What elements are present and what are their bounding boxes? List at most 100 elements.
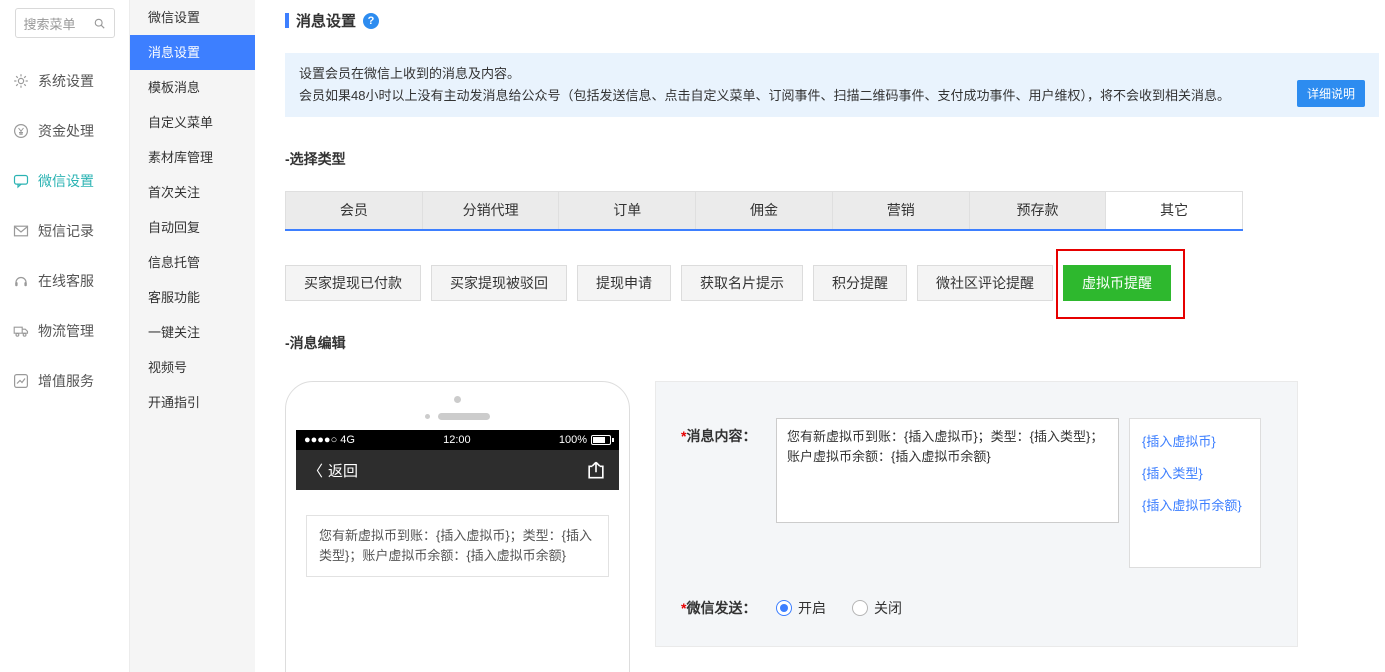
message-edit-label: -消息编辑	[285, 335, 346, 351]
title-accent-bar	[285, 13, 289, 28]
submenu-item-auto-reply[interactable]: 自动回复	[130, 210, 255, 245]
battery-icon	[591, 435, 614, 445]
notice-box: 设置会员在微信上收到的消息及内容。 会员如果48小时以上没有主动发消息给公众号（…	[285, 53, 1379, 117]
sidebar-item-system-settings[interactable]: 系统设置	[0, 56, 129, 106]
radio-off[interactable]: 关闭	[852, 598, 902, 618]
select-type-label: -选择类型	[285, 151, 346, 167]
submenu-item-activation-guide[interactable]: 开通指引	[130, 385, 255, 420]
sidebar-item-label: 短信记录	[38, 223, 94, 239]
insert-link-balance[interactable]: {插入虚拟币余额}	[1142, 495, 1248, 514]
message-type-buttons: 买家提现已付款 买家提现被驳回 提现申请 获取名片提示 积分提醒 微社区评论提醒…	[285, 249, 1379, 319]
submenu-item-first-follow[interactable]: 首次关注	[130, 175, 255, 210]
highlighted-button-wrap: 虚拟币提醒	[1056, 249, 1185, 319]
gear-icon	[13, 73, 29, 89]
main-content: 消息设置 ? 设置会员在微信上收到的消息及内容。 会员如果48小时以上没有主动发…	[255, 0, 1385, 672]
sidebar-item-label: 增值服务	[38, 373, 94, 389]
battery-percent: 100%	[558, 434, 587, 446]
tab-deposit[interactable]: 预存款	[968, 191, 1107, 229]
back-label: 返回	[328, 462, 359, 480]
tab-order[interactable]: 订单	[558, 191, 697, 229]
sidebar-item-sms-records[interactable]: 短信记录	[0, 206, 129, 256]
headset-icon	[13, 273, 29, 289]
sidebar-item-label: 资金处理	[38, 123, 94, 139]
share-icon[interactable]	[585, 460, 607, 480]
truck-icon	[13, 323, 29, 339]
sidebar-item-label: 微信设置	[38, 173, 94, 189]
radio-on-label: 开启	[798, 600, 826, 616]
sidebar-item-label: 物流管理	[38, 323, 94, 339]
menu-search-placeholder: 搜索菜单	[23, 16, 76, 32]
sidebar-item-wechat-settings[interactable]: 微信设置	[0, 156, 129, 206]
submenu-item-custom-menu[interactable]: 自定义菜单	[130, 105, 255, 140]
menu-search-input[interactable]: 搜索菜单	[14, 8, 115, 38]
phone-sensor-dot	[425, 414, 430, 419]
type-btn-community-comment-reminder[interactable]: 微社区评论提醒	[917, 265, 1053, 301]
phone-camera-dot	[454, 396, 461, 403]
page-title-row: 消息设置 ?	[285, 10, 1379, 31]
content-label: *消息内容：	[681, 428, 757, 444]
preview-message-box: 您有新虚拟币到账：{插入虚拟币}；类型：{插入类型}；账户虚拟币余额：{插入虚拟…	[306, 515, 609, 577]
type-btn-buyer-withdraw-rejected[interactable]: 买家提现被驳回	[431, 265, 567, 301]
chevron-left-icon: 〈	[308, 462, 324, 480]
radio-on[interactable]: 开启	[776, 598, 826, 618]
submenu-item-template-message[interactable]: 模板消息	[130, 70, 255, 105]
submenu-item-service-features[interactable]: 客服功能	[130, 280, 255, 315]
insert-link-virtual-coin[interactable]: {插入虚拟币}	[1142, 431, 1248, 450]
submenu-item-wechat-settings[interactable]: 微信设置	[130, 0, 255, 35]
secondary-sidebar: 微信设置 消息设置 模板消息 自定义菜单 素材库管理 首次关注 自动回复 信息托…	[130, 0, 255, 672]
sidebar-item-label: 系统设置	[38, 73, 94, 89]
back-button[interactable]: 〈 返回	[308, 460, 358, 481]
phone-screen: ●●●●○ 4G 12:00 100% 〈 返回 您有新虚拟币到账：{插入虚拟币…	[296, 430, 619, 577]
sidebar-item-logistics[interactable]: 物流管理	[0, 306, 129, 356]
submenu-item-video-account[interactable]: 视频号	[130, 350, 255, 385]
detail-info-button[interactable]: 详细说明	[1296, 80, 1365, 107]
envelope-icon	[13, 223, 29, 239]
help-icon[interactable]: ?	[363, 12, 380, 29]
phone-nav-bar: 〈 返回	[296, 450, 619, 490]
type-tabs: 会员 分销代理 订单 佣金 营销 预存款 其它	[285, 191, 1244, 231]
tab-distribution-agent[interactable]: 分销代理	[421, 191, 560, 229]
primary-sidebar: 搜索菜单 系统设置 资金处理 微信设置 短信记录 在线客服 物流管理 增值服务	[0, 0, 130, 672]
type-btn-buyer-withdraw-paid[interactable]: 买家提现已付款	[285, 265, 421, 301]
sidebar-item-value-added[interactable]: 增值服务	[0, 356, 129, 406]
submenu-item-material-library[interactable]: 素材库管理	[130, 140, 255, 175]
radio-off-circle[interactable]	[852, 600, 868, 616]
app-root: 搜索菜单 系统设置 资金处理 微信设置 短信记录 在线客服 物流管理 增值服务 …	[0, 0, 1385, 672]
tab-commission[interactable]: 佣金	[695, 191, 833, 229]
submenu-item-one-click-follow[interactable]: 一键关注	[130, 315, 255, 350]
sidebar-item-funds[interactable]: 资金处理	[0, 106, 129, 156]
type-btn-virtual-coin-reminder[interactable]: 虚拟币提醒	[1063, 265, 1171, 301]
message-form-panel: *消息内容： 您有新虚拟币到账：{插入虚拟币}；类型：{插入类型}；账户虚拟币余…	[655, 381, 1298, 647]
insert-link-type[interactable]: {插入类型}	[1142, 463, 1248, 482]
tab-marketing[interactable]: 营销	[831, 191, 970, 229]
insert-variable-panel: {插入虚拟币} {插入类型} {插入虚拟币余额}	[1129, 418, 1261, 568]
type-btn-points-reminder[interactable]: 积分提醒	[813, 265, 907, 301]
submenu-item-message-settings[interactable]: 消息设置	[130, 35, 255, 70]
wechat-send-row: *微信发送： 开启 关闭	[681, 598, 1297, 618]
phone-preview: ●●●●○ 4G 12:00 100% 〈 返回 您有新虚拟币到账：{插入虚拟币…	[285, 381, 630, 672]
type-btn-withdraw-apply[interactable]: 提现申请	[577, 265, 671, 301]
notice-line-2: 会员如果48小时以上没有主动发消息给公众号（包括发送信息、点击自定义菜单、订阅事…	[299, 88, 1230, 103]
phone-speaker-row	[286, 413, 629, 420]
content-row: *消息内容： 您有新虚拟币到账：{插入虚拟币}；类型：{插入类型}；账户虚拟币余…	[681, 418, 1297, 568]
phone-speaker	[438, 413, 490, 420]
sidebar-item-online-service[interactable]: 在线客服	[0, 256, 129, 306]
signal-indicator: ●●●●○ 4G	[304, 434, 355, 446]
tab-other[interactable]: 其它	[1105, 191, 1244, 229]
primary-nav: 系统设置 资金处理 微信设置 短信记录 在线客服 物流管理 增值服务	[0, 56, 129, 406]
page-title: 消息设置	[296, 13, 357, 30]
type-btn-business-card-tip[interactable]: 获取名片提示	[681, 265, 803, 301]
message-editor: ●●●●○ 4G 12:00 100% 〈 返回 您有新虚拟币到账：{插入虚拟币…	[285, 381, 1379, 672]
radio-on-circle[interactable]	[776, 600, 792, 616]
battery-indicator: 100%	[558, 434, 614, 446]
clock-text: 12:00	[443, 434, 471, 446]
notice-line-1: 设置会员在微信上收到的消息及内容。	[299, 66, 521, 81]
notice-text: 设置会员在微信上收到的消息及内容。 会员如果48小时以上没有主动发消息给公众号（…	[299, 63, 1285, 107]
sidebar-item-label: 在线客服	[38, 273, 94, 289]
message-content-input[interactable]: 您有新虚拟币到账：{插入虚拟币}；类型：{插入类型}；账户虚拟币余额：{插入虚拟…	[776, 418, 1119, 523]
submenu-item-info-hosting[interactable]: 信息托管	[130, 245, 255, 280]
tab-member[interactable]: 会员	[285, 191, 423, 229]
wechat-icon	[13, 173, 29, 189]
radio-off-label: 关闭	[874, 600, 902, 616]
search-icon	[93, 17, 106, 30]
